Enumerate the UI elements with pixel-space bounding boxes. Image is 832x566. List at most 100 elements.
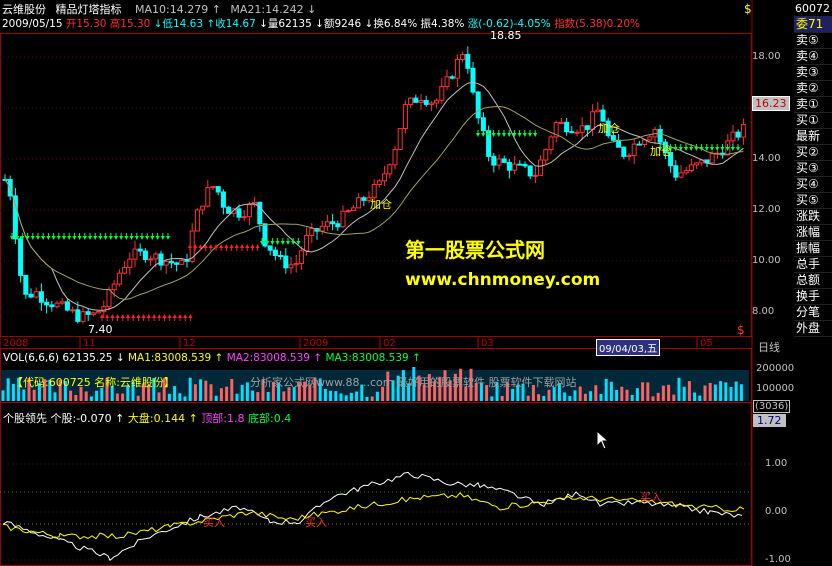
candle-body: [298, 250, 304, 265]
signal-arrow: [120, 314, 125, 318]
sidebar-item[interactable]: 卖①: [794, 96, 832, 113]
signal-arrow: [146, 314, 151, 318]
indicator-line: [2, 492, 745, 540]
signal-arrow: [736, 147, 740, 151]
signal-arrow: [286, 241, 290, 245]
volume-bar: [214, 395, 218, 401]
signal-arrow: [198, 244, 203, 248]
signal-arrow: [224, 244, 229, 248]
period-label[interactable]: 日线: [758, 339, 780, 355]
candle-body: [397, 128, 403, 150]
candle-body: [220, 191, 226, 208]
volume-bar: [713, 384, 717, 401]
candle-body: [127, 258, 133, 269]
sidebar-item[interactable]: 涨跌: [794, 208, 832, 225]
candle-body: [392, 148, 398, 166]
price-tick: 12.00: [752, 204, 781, 215]
sidebar-item[interactable]: 卖③: [794, 64, 832, 81]
chart-header: 云维股份 精品灯塔指标 MA10:14.279 ↑ MA21:14.242 ↓: [2, 1, 316, 17]
signal-arrow: [152, 314, 156, 318]
sidebar-item[interactable]: 分笔: [794, 304, 832, 321]
sidebar-code: 60072: [795, 2, 830, 15]
signal-arrow: [245, 244, 250, 248]
candle-body: [246, 204, 252, 218]
candle-body: [319, 225, 325, 232]
sidebar-item[interactable]: 买④: [794, 176, 832, 193]
sidebar-item[interactable]: 总额: [794, 272, 832, 289]
indicator-title[interactable]: 个股领先: [3, 412, 47, 425]
sidebar-item[interactable]: 委71: [794, 16, 832, 33]
sidebar-item[interactable]: 最新: [794, 128, 832, 145]
sidebar-item[interactable]: 外盘: [794, 320, 832, 337]
signal-arrow: [140, 236, 144, 240]
mouse-cursor-icon: [596, 430, 610, 450]
vol-label[interactable]: VOL(6,6,6): [3, 352, 59, 364]
volume-bar: [355, 391, 359, 401]
sidebar-item[interactable]: 卖②: [794, 80, 832, 97]
ma21-label: MA21:14.242 ↓: [230, 3, 317, 16]
candle-body: [694, 162, 700, 166]
candle-body: [38, 291, 44, 303]
volume-info-tail: 分析家公式网www.88...com 最好用的股票软件 股票软件下载网站: [250, 376, 577, 389]
signal-arrow: [157, 314, 162, 318]
candle-body: [532, 174, 538, 177]
signal-arrow: [41, 236, 46, 240]
sidebar-item[interactable]: 买⑤: [794, 192, 832, 209]
indicator-tick: 0.00: [765, 506, 788, 517]
sidebar-item[interactable]: 卖④: [794, 48, 832, 65]
signal-arrow: [250, 244, 255, 248]
volume-bar: [677, 377, 681, 401]
volume-bar: [568, 395, 572, 401]
signal-arrow: [67, 236, 72, 240]
sidebar-item[interactable]: 换手: [794, 288, 832, 305]
sidebar-item[interactable]: 买③: [794, 160, 832, 177]
candle-body: [501, 158, 507, 163]
candle-body: [18, 238, 24, 276]
signal-arrow: [684, 147, 688, 151]
candle-body: [200, 205, 206, 211]
volume-bar: [708, 382, 712, 401]
signal-arrow: [234, 244, 239, 248]
signal-arrow: [77, 236, 82, 240]
quote-index: 指数(5.38)0.20%: [554, 18, 641, 30]
buy-signal-label: 买入: [640, 491, 662, 504]
candle-body: [283, 255, 289, 269]
sidebar-item[interactable]: 总手: [794, 256, 832, 273]
volume-bar: [615, 389, 619, 401]
signal-arrow: [129, 236, 134, 240]
dollar-icon[interactable]: $: [744, 2, 752, 16]
candle-body: [423, 100, 429, 105]
signal-arrow: [103, 236, 108, 240]
add-position-label: 加仓: [650, 145, 672, 158]
signal-arrow: [720, 147, 725, 151]
sidebar-item[interactable]: 振幅: [794, 240, 832, 257]
volume-bar: [334, 391, 338, 401]
volume-bar: [183, 396, 187, 401]
signal-arrow: [240, 244, 244, 248]
volume-bar: [537, 394, 541, 401]
signal-arrow: [481, 133, 486, 137]
sidebar-item[interactable]: 买②: [794, 144, 832, 161]
sidebar-item[interactable]: 卖⑤: [794, 32, 832, 49]
candle-body: [678, 172, 684, 178]
volume-bar: [641, 382, 645, 401]
candle-body: [111, 283, 117, 291]
volume-bar: [365, 396, 369, 401]
volume-info-line: 【代码:600725 名称:云维股份】: [12, 376, 175, 389]
signal-arrow: [105, 314, 110, 318]
candle-body: [70, 309, 76, 312]
buy-signal-label: 买入: [203, 516, 225, 529]
candle-body: [709, 153, 715, 164]
candle-body: [621, 146, 627, 157]
volume-bar: [573, 390, 577, 401]
dollar-small-icon[interactable]: $: [737, 323, 745, 337]
candle-body: [683, 170, 689, 174]
candle-body: [80, 311, 86, 322]
volume-header: VOL(6,6,6) 62135.25 ↓ MA1:83008.539 ↑ MA…: [3, 352, 421, 364]
sidebar-item[interactable]: 涨幅: [794, 224, 832, 241]
sidebar-item[interactable]: 买①: [794, 112, 832, 129]
signal-arrow: [56, 236, 61, 240]
signal-arrow: [291, 241, 296, 245]
indicator-name[interactable]: 精品灯塔指标: [56, 3, 122, 16]
time-label: 03: [481, 338, 494, 349]
